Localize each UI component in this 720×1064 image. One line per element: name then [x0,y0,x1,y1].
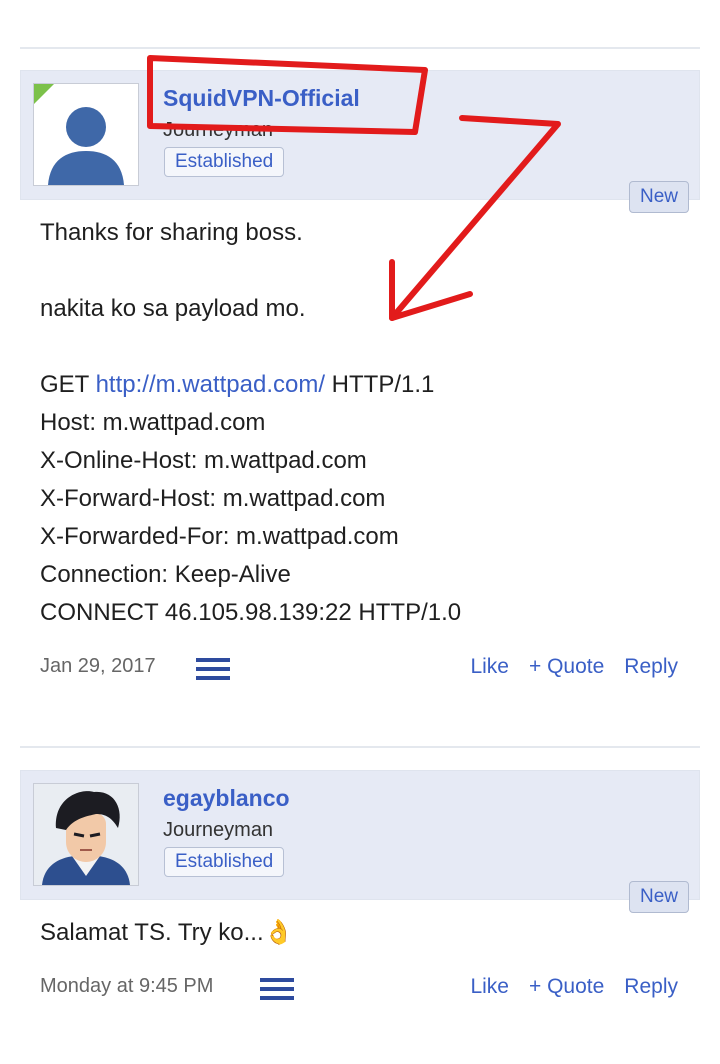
post-divider [20,746,700,748]
post-line-get: GET http://m.wattpad.com/ HTTP/1.1 [40,366,680,404]
post-header: SquidVPN-Official Journeyman Established… [20,70,700,213]
post-line: Thanks for sharing boss. [40,219,303,246]
post-body: Thanks for sharing boss. nakita ko sa pa… [20,200,700,632]
menu-icon[interactable] [260,978,294,1000]
post-line: CONNECT 46.105.98.139:22 HTTP/1.0 [40,599,462,626]
get-method: GET [40,371,89,398]
like-link[interactable]: Like [470,975,509,998]
post-line: X-Forward-Host: m.wattpad.com [40,485,386,512]
new-tag: New [628,881,689,913]
post-line: nakita ko sa payload mo. [40,295,306,322]
post-date: Jan 29, 2017 [40,655,156,677]
payload-link[interactable]: http://m.wattpad.com/ [96,371,325,398]
quote-link[interactable]: + Quote [529,655,604,678]
menu-icon[interactable] [196,658,230,680]
post-line-blank [40,328,680,366]
quote-link[interactable]: + Quote [529,975,604,998]
post-body: Salamat TS. Try ko...👌 [20,900,700,952]
username-link[interactable]: egayblanco [163,785,290,812]
http-version: HTTP/1.1 [325,371,435,398]
user-avatar[interactable] [33,83,139,186]
post-line-blank [40,252,680,290]
post-line: Host: m.wattpad.com [40,409,266,436]
username-link[interactable]: SquidVPN-Official [163,85,360,112]
user-badge: Established [164,847,285,877]
post-actions: Like + Quote Reply [450,655,678,679]
reply-link[interactable]: Reply [624,975,678,998]
post-line: X-Forwarded-For: m.wattpad.com [40,523,399,550]
user-title: Journeyman [163,119,274,141]
new-tag: New [628,181,689,213]
user-badge: Established [164,147,285,177]
post-line: X-Online-Host: m.wattpad.com [40,447,367,474]
post-header: egayblanco Journeyman Established New [20,770,700,913]
anime-avatar-icon [34,784,138,885]
like-link[interactable]: Like [470,655,509,678]
post-actions: Like + Quote Reply [450,975,678,999]
post-1: SquidVPN-Official Journeyman Established… [20,70,700,680]
post-line: Connection: Keep-Alive [40,561,291,588]
post-date: Monday at 9:45 PM [40,975,214,997]
top-divider [20,47,700,49]
reply-link[interactable]: Reply [624,655,678,678]
online-indicator [34,84,55,105]
user-title: Journeyman [163,819,274,841]
user-avatar[interactable] [33,783,139,886]
post-2: egayblanco Journeyman Established New Sa… [20,770,700,1000]
post-message: Salamat TS. Try ko...👌 [40,919,294,946]
